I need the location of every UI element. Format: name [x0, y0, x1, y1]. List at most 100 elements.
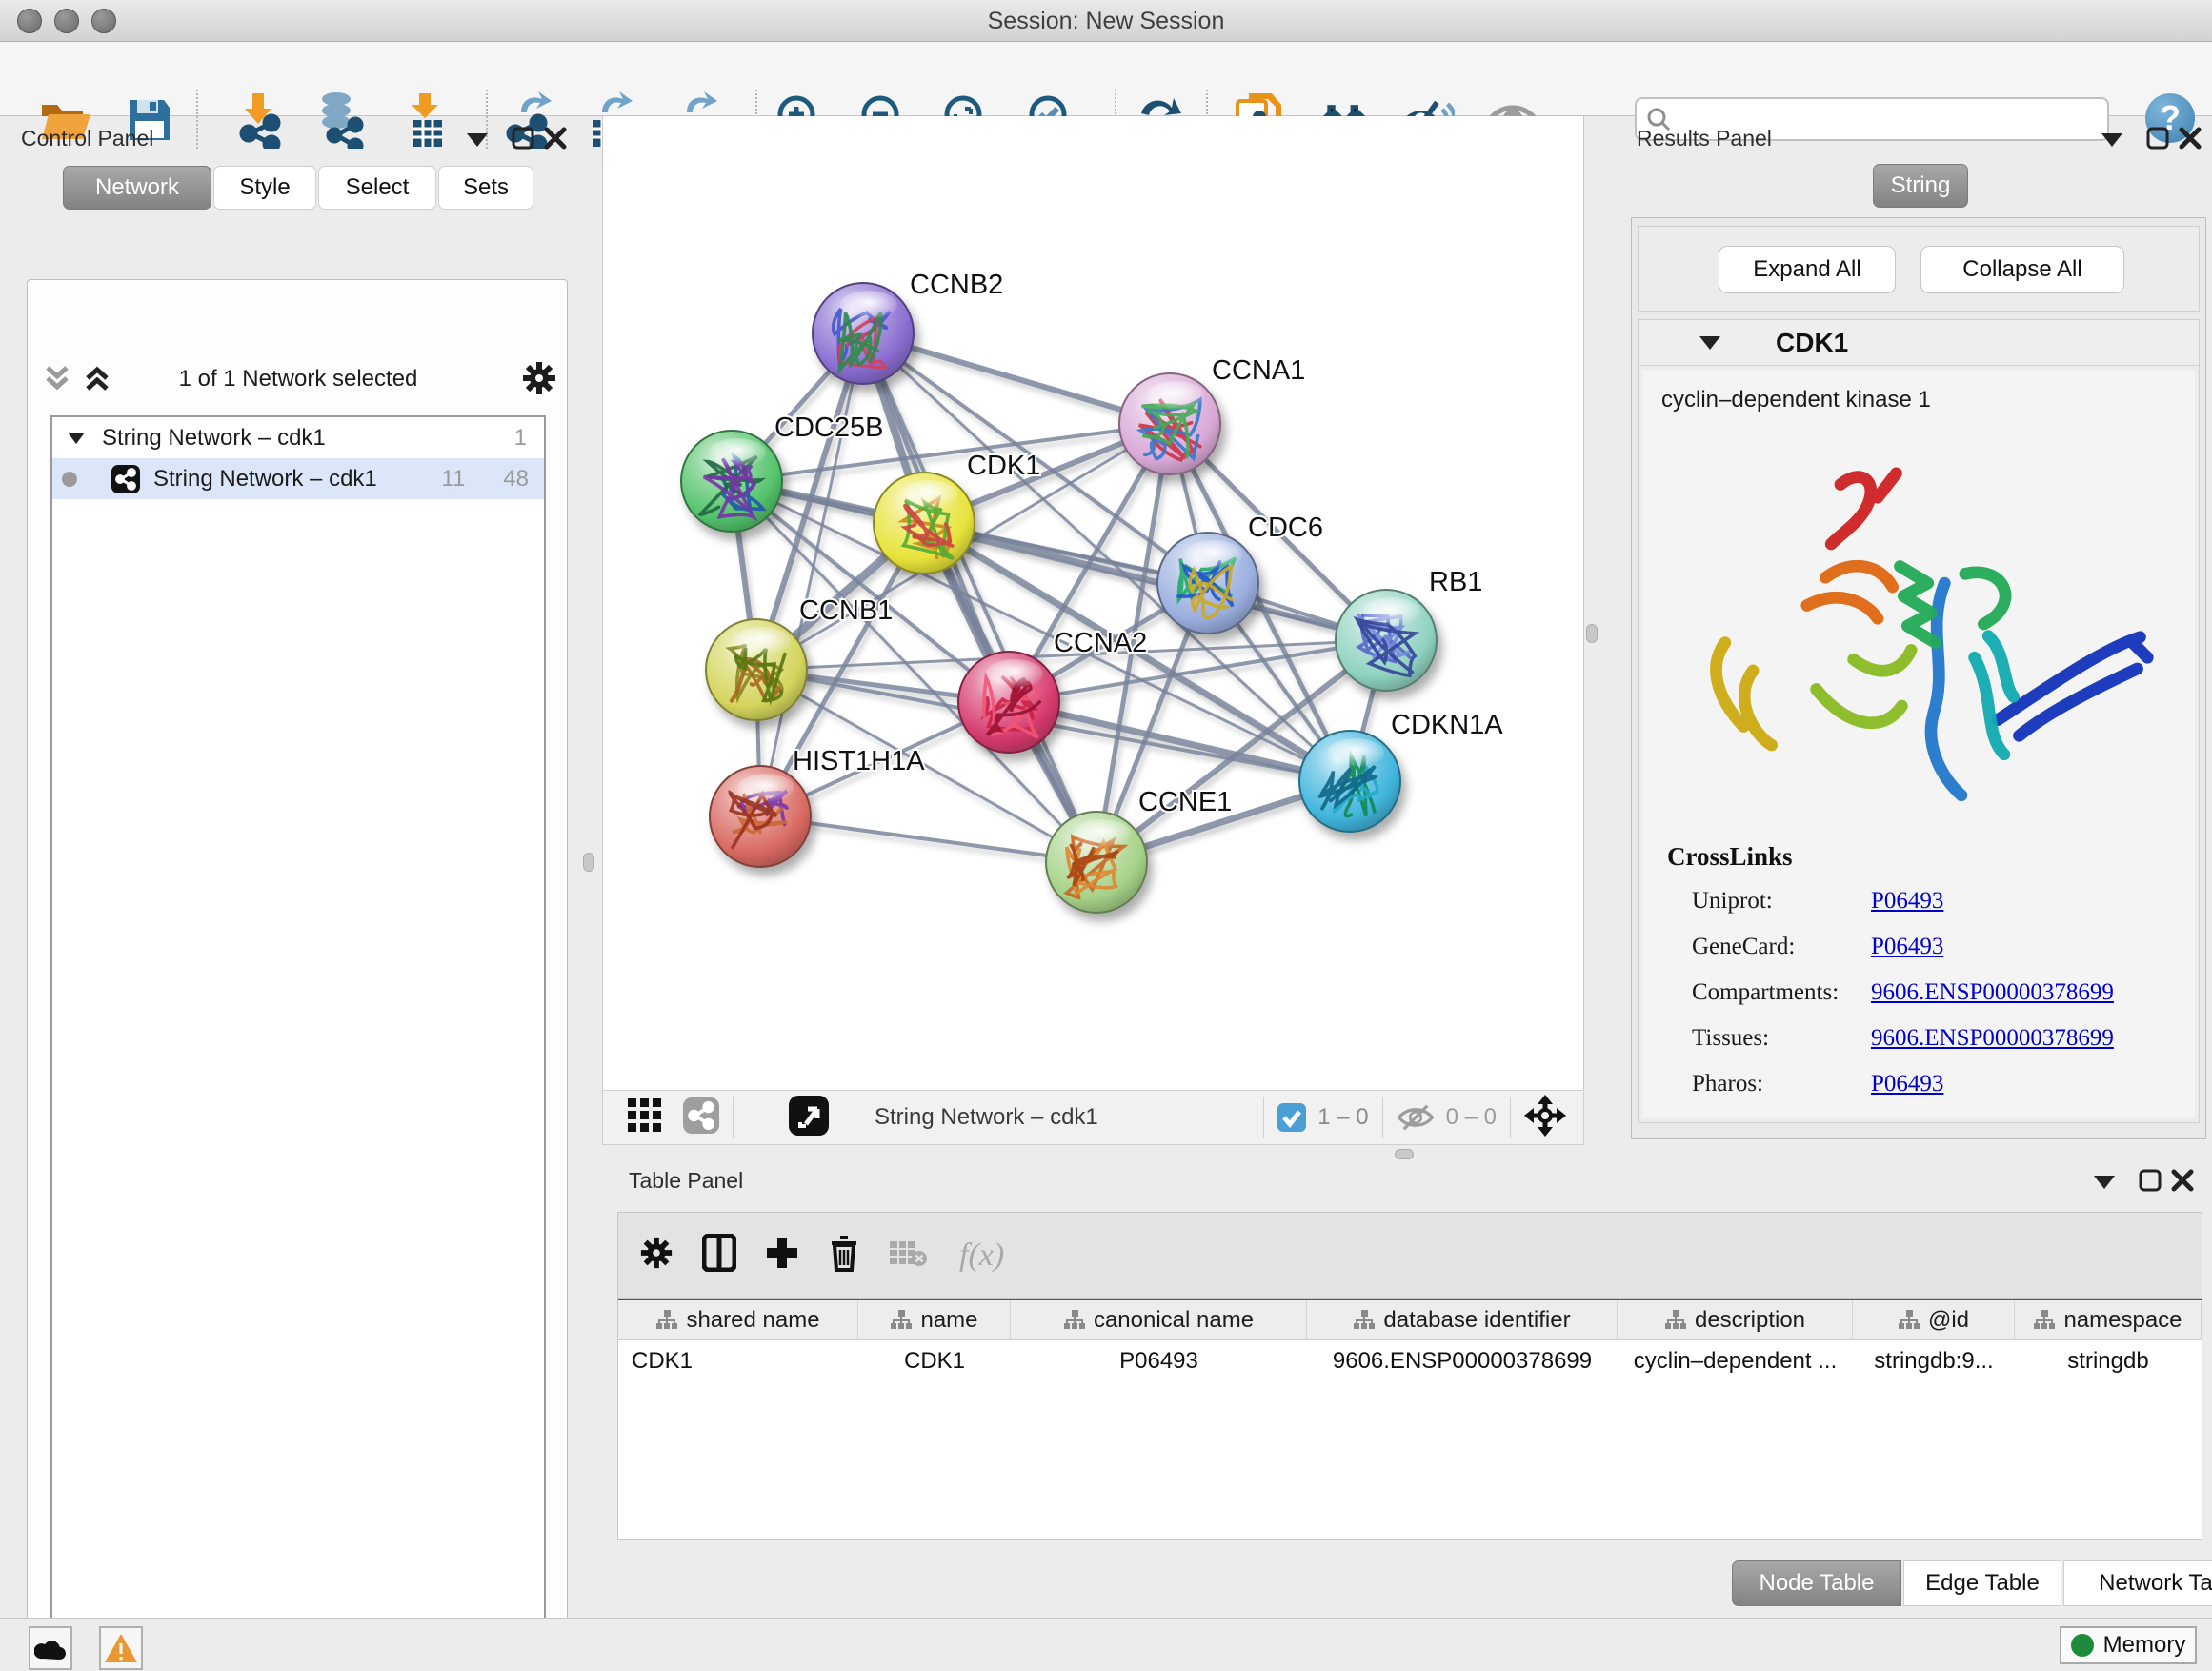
create-column-icon[interactable] [765, 1236, 799, 1275]
network-node-hist1h1a[interactable] [710, 766, 811, 867]
string-results-container: Expand All Collapse All CDK1 cyclin–depe… [1631, 217, 2206, 1139]
cloud-status-button[interactable] [29, 1626, 72, 1670]
table-cell[interactable]: CDK1 [618, 1340, 858, 1382]
crosslink-value[interactable]: P06493 [1871, 934, 1943, 960]
float-menu-icon[interactable] [2096, 124, 2128, 156]
hidden-eye-icon [1397, 1103, 1435, 1132]
float-panel-icon[interactable] [507, 122, 539, 154]
open-in-window-icon[interactable] [789, 1096, 829, 1140]
warnings-button[interactable] [99, 1626, 143, 1670]
tab-network[interactable]: Network [63, 166, 211, 210]
network-node-ccna2[interactable] [958, 652, 1059, 753]
column-header-description[interactable]: description [1618, 1300, 1853, 1339]
results-panel-title: Results Panel [1637, 126, 1772, 151]
float-menu-icon[interactable] [2088, 1166, 2121, 1198]
close-panel-icon[interactable] [2166, 1164, 2199, 1197]
warning-icon [104, 1633, 138, 1663]
table-cell[interactable]: stringdb [2015, 1340, 2202, 1382]
crosslink-value[interactable]: 9606.ENSP00000378699 [1871, 1025, 2114, 1052]
control-panel: Control Panel Network Style Select Sets … [8, 124, 568, 1610]
selected-checkbox-icon[interactable] [1277, 1103, 1306, 1132]
network-node-ccnb1[interactable] [706, 619, 807, 720]
gene-card: CDK1 cyclin–dependent kinase 1 CrossLink… [1638, 319, 2200, 1123]
tab-select[interactable]: Select [318, 166, 436, 210]
column-header-id[interactable]: @id [1853, 1300, 2015, 1339]
float-menu-icon[interactable] [461, 124, 493, 156]
expand-all-button[interactable]: Expand All [1719, 246, 1896, 293]
collection-expanded-icon[interactable] [68, 433, 85, 444]
close-panel-icon[interactable] [539, 122, 572, 154]
tab-string-results[interactable]: String [1873, 164, 1968, 208]
tab-sets[interactable]: Sets [438, 166, 533, 210]
birds-eye-view-icon[interactable] [628, 1098, 662, 1137]
crosslink-value[interactable]: P06493 [1871, 1071, 1943, 1097]
table-cell[interactable]: P06493 [1011, 1340, 1307, 1382]
tab-node-table[interactable]: Node Table [1732, 1560, 1901, 1606]
attribute-tree-icon [1898, 1309, 1920, 1332]
table-cell[interactable]: stringdb:9... [1853, 1340, 2015, 1382]
network-node-cdc6[interactable] [1157, 533, 1258, 634]
left-splitter-handle[interactable] [583, 853, 594, 872]
table-options-gear-icon[interactable] [639, 1236, 674, 1275]
string-network-icon [111, 465, 140, 493]
tab-style[interactable]: Style [213, 166, 316, 210]
pan-mode-icon[interactable] [1524, 1095, 1566, 1141]
title-bar: Session: New Session [0, 0, 2212, 42]
results-panel: Results Panel String Expand All Collapse… [1619, 124, 2212, 1145]
main-toolbar: ? [0, 42, 2212, 116]
attribute-tree-icon [1063, 1309, 1086, 1332]
network-node-cdk1[interactable] [874, 473, 975, 574]
gene-name: CDK1 [1776, 328, 1848, 358]
right-splitter-handle[interactable] [1586, 624, 1598, 643]
crosslink-value[interactable]: 9606.ENSP00000378699 [1871, 979, 2114, 1006]
node-label-ccnb2: CCNB2 [910, 270, 1003, 300]
network-node-cdc25b[interactable] [681, 431, 782, 532]
network-node-cdkn1a[interactable] [1299, 731, 1400, 832]
table-header-row: shared namenamecanonical namedatabase id… [618, 1299, 2202, 1340]
table-cell[interactable]: cyclin–dependent ... [1618, 1340, 1853, 1382]
table-cell[interactable]: CDK1 [858, 1340, 1011, 1382]
network-node-ccne1[interactable] [1046, 812, 1147, 913]
tab-network-table[interactable]: Network Table [2063, 1560, 2212, 1606]
table-cell[interactable]: 9606.ENSP00000378699 [1307, 1340, 1618, 1382]
show-columns-icon[interactable] [702, 1234, 736, 1277]
collapse-gene-icon[interactable] [1699, 336, 1720, 350]
crosslink-value[interactable]: P06493 [1871, 888, 1943, 915]
protein-structure-image [1661, 427, 2176, 827]
string-style-icon[interactable] [683, 1097, 719, 1138]
function-builder-button: f(x) [959, 1238, 1004, 1274]
column-header-sharedname[interactable]: shared name [618, 1300, 858, 1339]
delete-column-icon[interactable] [828, 1234, 860, 1277]
network-edge-count: 48 [503, 466, 529, 493]
gene-card-header[interactable]: CDK1 [1639, 320, 2199, 366]
network-options-gear-icon[interactable] [521, 360, 557, 401]
network-collection-row[interactable]: String Network – cdk1 1 [52, 417, 544, 458]
crosslinks-heading: CrossLinks [1667, 842, 1793, 872]
node-label-cdkn1a: CDKN1A [1391, 710, 1503, 740]
separator [1263, 1097, 1264, 1138]
crosslink-label: Tissues: [1692, 1025, 1769, 1052]
tab-edge-table[interactable]: Edge Table [1903, 1560, 2061, 1606]
float-panel-icon[interactable] [2134, 1164, 2166, 1197]
gene-card-body: cyclin–dependent kinase 1 CrossLinks Uni… [1642, 370, 2195, 1118]
network-row[interactable]: String Network – cdk1 11 48 [52, 458, 544, 499]
network-node-rb1[interactable] [1336, 590, 1437, 691]
float-panel-icon[interactable] [2142, 122, 2174, 154]
network-current-dot [62, 472, 77, 487]
column-header-name[interactable]: name [858, 1300, 1011, 1339]
close-panel-icon[interactable] [2174, 122, 2206, 154]
column-header-databaseidentifier[interactable]: database identifier [1307, 1300, 1618, 1339]
column-header-canonicalname[interactable]: canonical name [1011, 1300, 1307, 1339]
network-node-ccnb2[interactable] [813, 283, 914, 384]
collection-count: 1 [514, 425, 527, 452]
memory-button[interactable]: Memory [2060, 1626, 2197, 1664]
table-row[interactable]: CDK1CDK1P064939606.ENSP00000378699cyclin… [618, 1340, 2202, 1382]
crosslink-label: GeneCard: [1692, 934, 1795, 960]
network-canvas[interactable]: CCNB2CCNA1CDC25BCDK1CDC6RB1CCNB1CCNA2CDK… [602, 116, 1584, 1090]
table-panel-title: Table Panel [629, 1168, 743, 1193]
node-label-cdc25b: CDC25B [774, 413, 883, 443]
network-node-ccna1[interactable] [1119, 373, 1220, 474]
collapse-all-button[interactable]: Collapse All [1920, 246, 2124, 293]
crosslink-label: Compartments: [1692, 979, 1839, 1006]
column-header-namespace[interactable]: namespace [2015, 1300, 2202, 1339]
